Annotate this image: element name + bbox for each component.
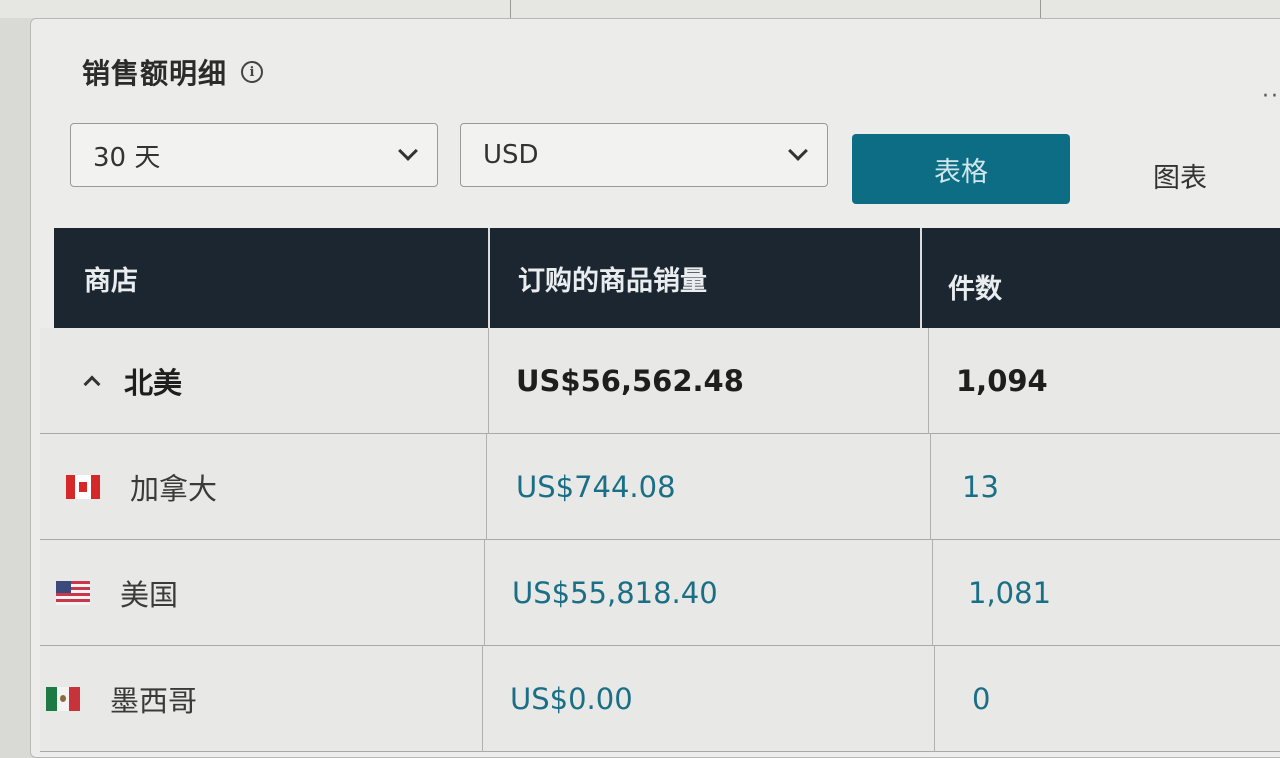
table-row[interactable]: 墨西哥 US$0.00 0 bbox=[40, 646, 1280, 752]
chevron-down-icon bbox=[398, 141, 418, 161]
cell-divider bbox=[488, 328, 489, 434]
table-row[interactable]: 美国 US$55,818.40 1,081 bbox=[40, 540, 1280, 646]
mexico-flag-icon bbox=[46, 687, 80, 711]
currency-select[interactable]: USD bbox=[460, 123, 828, 187]
group-sales: US$56,562.48 bbox=[516, 364, 744, 398]
cell-divider bbox=[484, 540, 485, 646]
table-header: 商店 订购的商品销量 件数 bbox=[54, 228, 1280, 328]
table-row[interactable]: 加拿大 US$744.08 13 bbox=[40, 434, 1280, 540]
group-name-cell: 北美 bbox=[83, 328, 183, 434]
store-name[interactable]: 美国 bbox=[120, 572, 178, 614]
sales-value: US$55,818.40 bbox=[512, 576, 718, 610]
divider bbox=[510, 0, 511, 18]
store-name[interactable]: 墨西哥 bbox=[110, 678, 197, 720]
group-name: 北美 bbox=[124, 366, 183, 400]
canada-flag-icon bbox=[66, 475, 100, 499]
cell-divider bbox=[928, 328, 929, 434]
cell-divider bbox=[486, 434, 487, 540]
divider bbox=[1040, 0, 1041, 18]
column-header-sales[interactable]: 订购的商品销量 bbox=[518, 228, 707, 328]
units-value: 0 bbox=[972, 682, 991, 716]
currency-value: USD bbox=[483, 140, 539, 170]
units-value: 1,081 bbox=[968, 576, 1052, 610]
info-icon[interactable]: i bbox=[241, 61, 264, 83]
chart-view-button[interactable]: 图表 bbox=[1090, 146, 1270, 204]
period-value: 30 天 bbox=[93, 142, 161, 173]
panel-header: 销售额明细 i bbox=[82, 52, 264, 92]
table-view-button[interactable]: 表格 bbox=[852, 134, 1070, 204]
chevron-down-icon bbox=[788, 141, 808, 161]
sales-value: US$744.08 bbox=[516, 470, 676, 504]
cell-divider bbox=[482, 646, 483, 752]
column-header-units[interactable]: 件数 bbox=[948, 236, 1002, 336]
column-divider bbox=[488, 228, 490, 328]
usa-flag-icon bbox=[56, 581, 90, 605]
cell-divider bbox=[932, 540, 933, 646]
column-header-store[interactable]: 商店 bbox=[84, 228, 138, 328]
group-units: 1,094 bbox=[956, 364, 1048, 398]
more-options-icon[interactable]: ··· bbox=[1262, 84, 1280, 109]
sales-value: US$0.00 bbox=[510, 682, 633, 716]
store-cell: 墨西哥 bbox=[46, 646, 197, 752]
chevron-up-icon[interactable] bbox=[83, 375, 101, 393]
period-select[interactable]: 30 天 bbox=[70, 123, 438, 187]
store-cell: 加拿大 bbox=[66, 434, 217, 540]
cell-divider bbox=[930, 434, 931, 540]
store-cell: 美国 bbox=[56, 540, 178, 646]
panel-title: 销售额明细 bbox=[82, 57, 228, 90]
top-strip bbox=[0, 0, 1280, 18]
store-name[interactable]: 加拿大 bbox=[130, 466, 217, 508]
table-group-row[interactable]: 北美 US$56,562.48 1,094 bbox=[40, 328, 1280, 434]
units-value: 13 bbox=[962, 470, 999, 504]
cell-divider bbox=[934, 646, 935, 752]
column-divider bbox=[920, 228, 922, 328]
